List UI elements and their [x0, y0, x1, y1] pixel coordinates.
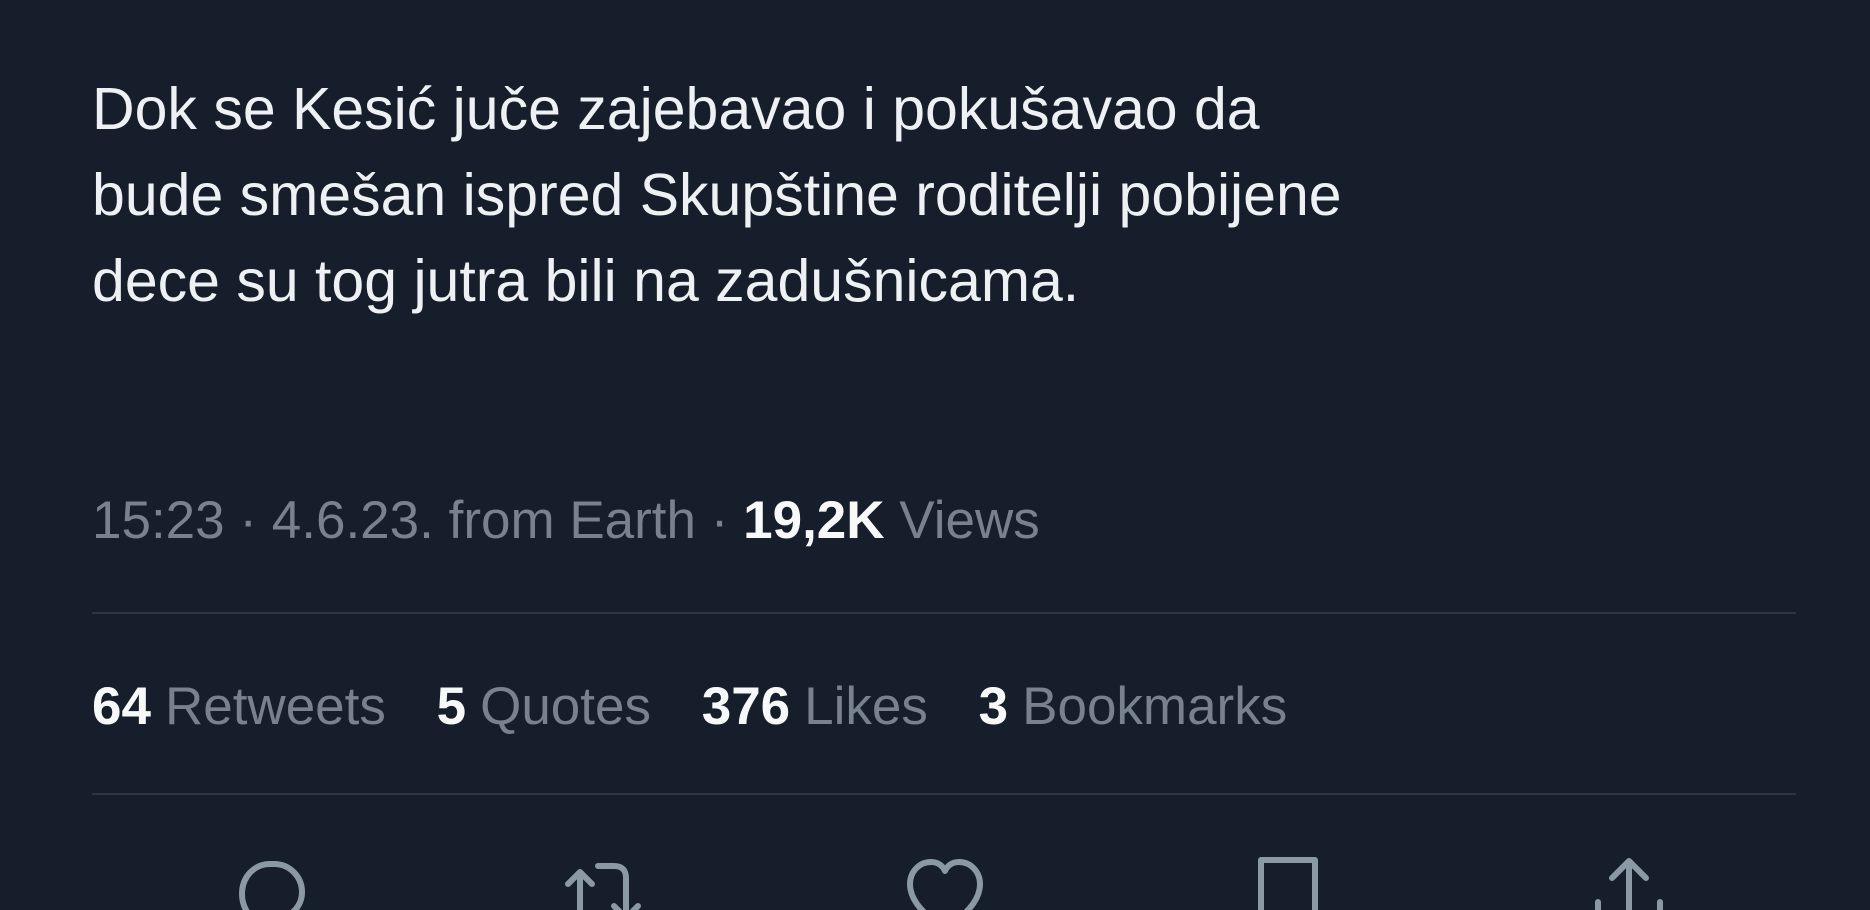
likes-label: Likes: [804, 677, 928, 736]
tweet-detail: Dok se Kesić juče zajebavao i pokušavao …: [0, 0, 1870, 910]
tweet-source: from Earth: [448, 491, 696, 550]
share-icon: [1595, 858, 1663, 910]
likes-stat[interactable]: 376 Likes: [702, 676, 928, 738]
tweet-text-line: dece su tog jutra bili na zadušnicama.: [92, 248, 1080, 314]
meta-separator: ·: [710, 491, 729, 550]
like-button[interactable]: [900, 850, 990, 910]
views-count: 19,2K: [743, 491, 885, 550]
retweets-label: Retweets: [164, 677, 386, 736]
like-icon: [907, 859, 983, 910]
retweet-button[interactable]: [558, 850, 648, 910]
engagement-stats: 64 Retweets 5 Quotes 376 Likes 3 Bookmarks: [92, 676, 1323, 738]
bookmark-icon: [1258, 857, 1318, 910]
divider: [92, 793, 1796, 795]
action-bar: [0, 850, 1870, 910]
bookmarks-count: 3: [978, 677, 1009, 736]
share-button[interactable]: [1584, 850, 1674, 910]
divider: [92, 612, 1796, 614]
quotes-stat[interactable]: 5 Quotes: [437, 676, 651, 738]
tweet-metadata: 15:23 · 4.6.23. from Earth · 19,2K Views: [92, 490, 1040, 552]
tweet-text-line: bude smešan ispred Skupštine roditelji p…: [92, 162, 1342, 228]
views-label: Views: [899, 491, 1040, 550]
tweet-text: Dok se Kesić juče zajebavao i pokušavao …: [92, 66, 1812, 324]
reply-button[interactable]: [222, 850, 312, 910]
reply-icon: [239, 861, 305, 910]
tweet-text-line: Dok se Kesić juče zajebavao i pokušavao …: [92, 76, 1260, 142]
tweet-date[interactable]: 4.6.23.: [272, 491, 434, 550]
quotes-count: 5: [436, 677, 467, 736]
bookmark-button[interactable]: [1243, 850, 1333, 910]
tweet-time[interactable]: 15:23: [92, 491, 225, 550]
bookmarks-stat[interactable]: 3 Bookmarks: [979, 676, 1288, 738]
retweets-count: 64: [92, 677, 151, 736]
meta-separator: ·: [239, 491, 258, 550]
likes-count: 376: [701, 677, 791, 736]
quotes-label: Quotes: [480, 677, 651, 736]
retweets-stat[interactable]: 64 Retweets: [92, 676, 386, 738]
retweet-icon: [565, 863, 641, 910]
bookmarks-label: Bookmarks: [1022, 677, 1288, 736]
